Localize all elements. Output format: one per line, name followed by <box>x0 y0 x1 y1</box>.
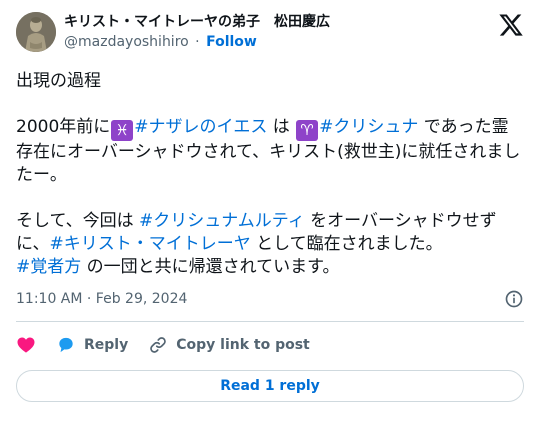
aries-emoji-icon: ♈ <box>296 120 319 141</box>
hashtag-link[interactable]: #キリスト・マイトレーヤ <box>50 234 251 254</box>
hashtag-link[interactable]: #クリシュナムルティ <box>139 211 305 231</box>
pisces-emoji-icon: ♓ <box>111 120 134 141</box>
tweet-meta: 11:10 AM · Feb 29, 2024 <box>16 289 524 309</box>
copy-link-label: Copy link to post <box>176 337 310 353</box>
tweet-header: キリスト・マイトレーヤの弟子 松田慶広 @mazdayoshihiro · Fo… <box>16 12 524 64</box>
hashtag-link[interactable]: #ナザレのイエス <box>134 117 267 137</box>
text-segment: 2000年前に <box>16 117 111 137</box>
hashtag-link[interactable]: #クリシュナ <box>319 117 418 137</box>
copy-link-button[interactable]: Copy link to post <box>148 335 310 355</box>
x-logo-icon[interactable] <box>498 12 524 38</box>
author-handle[interactable]: @mazdayoshihiro <box>64 34 189 50</box>
avatar[interactable] <box>16 12 56 52</box>
avatar-statue-image <box>16 12 56 52</box>
text-segment: は <box>267 117 290 137</box>
tweet-card: キリスト・マイトレーヤの弟子 松田慶広 @mazdayoshihiro · Fo… <box>0 0 540 434</box>
reply-bubble-icon <box>59 337 73 353</box>
text-segment: として臨在されました。 <box>250 234 443 254</box>
link-icon <box>150 337 167 353</box>
action-bar: Reply Copy link to post <box>16 322 524 368</box>
reply-button[interactable]: Reply <box>56 335 128 355</box>
like-button[interactable] <box>16 335 36 355</box>
tweet-paragraph-3: そして、今回は #クリシュナムルティ をオーバーシャドウせずに、#キリスト・マイ… <box>16 210 524 279</box>
author-subline: @mazdayoshihiro · Follow <box>64 33 498 51</box>
tweet-paragraph-2: 2000年前に ♓ #ナザレのイエス は ♈ #クリシュナ であった霊存在にオーバーシ… <box>16 116 524 187</box>
separator-dot: · <box>195 34 200 50</box>
tweet-line-1: 出現の過程 <box>16 71 101 91</box>
author-names: キリスト・マイトレーヤの弟子 松田慶広 @mazdayoshihiro · Fo… <box>64 12 498 51</box>
reply-label: Reply <box>84 337 129 353</box>
text-segment: そして、今回は <box>16 211 140 231</box>
read-replies-button[interactable]: Read 1 reply <box>16 370 524 402</box>
author-display-name[interactable]: キリスト・マイトレーヤの弟子 松田慶広 <box>64 13 498 31</box>
text-segment: の一団と共に帰還されています。 <box>81 257 340 277</box>
timestamp[interactable]: 11:10 AM · Feb 29, 2024 <box>16 291 187 307</box>
tweet-text: 出現の過程 2000年前に ♓ #ナザレのイエス は ♈ #クリシュナ であった霊存在… <box>16 70 524 279</box>
hashtag-link[interactable]: #覚者方 <box>16 257 81 277</box>
info-icon[interactable] <box>504 289 524 309</box>
heart-icon <box>17 337 35 353</box>
follow-button[interactable]: Follow <box>206 34 257 50</box>
